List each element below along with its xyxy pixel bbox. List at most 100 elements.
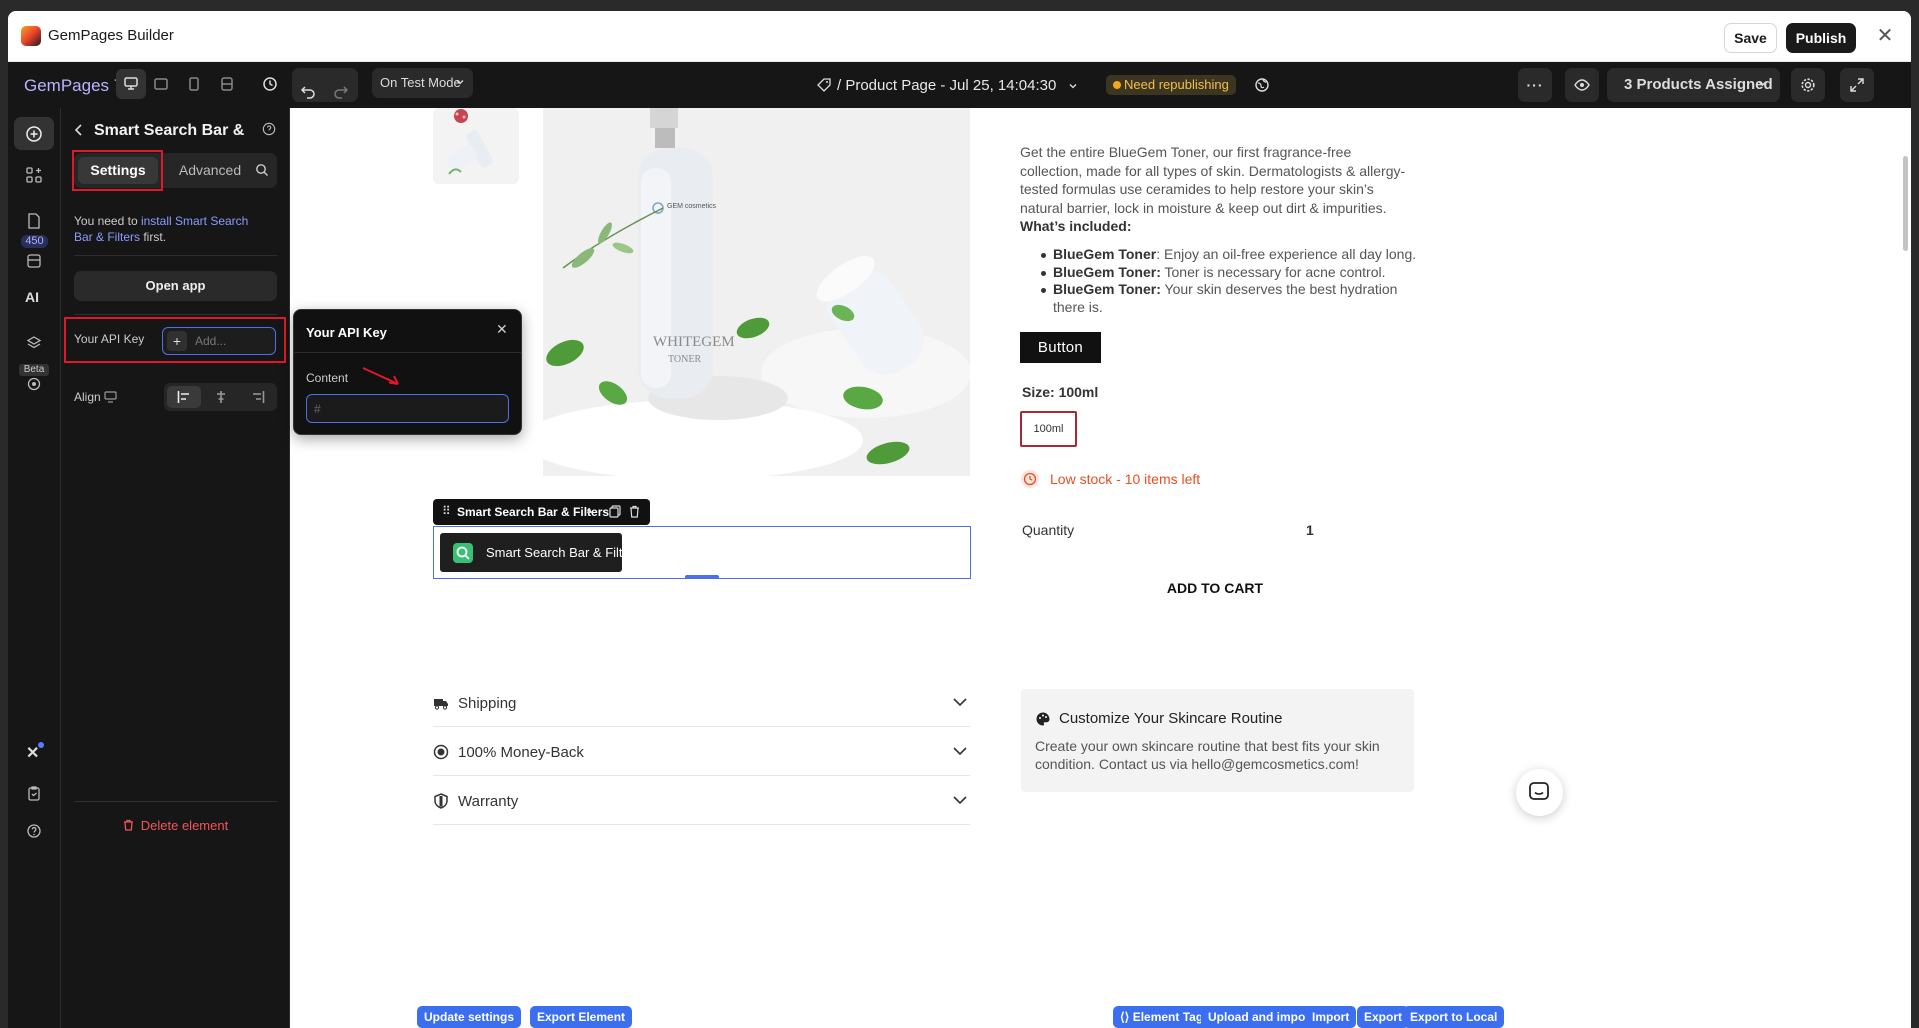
products-assigned-label: 3 Products Assigned xyxy=(1624,76,1773,93)
included-heading: What’s included: xyxy=(1020,218,1132,234)
list-item: BlueGem Toner: Toner is necessary for ac… xyxy=(1041,264,1433,282)
export-to-local-button[interactable]: Export to Local xyxy=(1403,1006,1505,1028)
globe-icon[interactable] xyxy=(1254,77,1270,93)
api-key-content-input[interactable]: # xyxy=(306,394,509,423)
ai-label: AI xyxy=(25,289,39,305)
chat-launcher-button[interactable] xyxy=(1516,769,1563,816)
divider xyxy=(74,255,277,256)
settings-gear-button[interactable] xyxy=(1791,68,1825,102)
element-tag-button[interactable]: ⟨⟩ Element Tag xyxy=(1113,1006,1211,1028)
x-integration-icon[interactable]: ✕ xyxy=(21,741,47,767)
add-to-cart-button[interactable]: ADD TO CART xyxy=(1020,580,1410,596)
test-mode-dropdown[interactable]: On Test Mode xyxy=(372,68,473,98)
preview-button[interactable] xyxy=(1565,68,1599,102)
align-left-icon[interactable] xyxy=(167,386,201,408)
add-element-icon[interactable] xyxy=(14,117,54,150)
accordion-shipping[interactable]: Shipping xyxy=(433,678,970,727)
close-icon[interactable]: ✕ xyxy=(496,321,508,338)
caret-up-icon[interactable]: ▲ xyxy=(585,505,594,515)
smart-search-block-label: Smart Search Bar & Filters xyxy=(486,545,641,560)
duplicate-icon[interactable] xyxy=(609,505,621,523)
clipboard-icon[interactable] xyxy=(21,780,47,806)
export-button[interactable]: Export xyxy=(1357,1006,1410,1028)
export-element-button[interactable]: Export Element xyxy=(530,1006,633,1028)
smart-search-block[interactable]: Smart Search Bar & Filters xyxy=(440,533,641,572)
api-key-popover: Your API Key ✕ Content # xyxy=(293,309,522,435)
bottle-brand-text: GEM cosmetics xyxy=(667,203,717,210)
fullscreen-button[interactable] xyxy=(1840,68,1874,102)
publish-button[interactable]: Publish xyxy=(1786,23,1856,53)
mobile-view-icon[interactable] xyxy=(179,69,209,99)
redo-icon[interactable] xyxy=(333,77,349,99)
align-label: Align xyxy=(74,390,101,404)
chevron-down-icon xyxy=(953,796,967,805)
republish-status-label: Need republishing xyxy=(1124,77,1229,92)
size-option-100ml[interactable]: 100ml xyxy=(1020,411,1077,447)
update-settings-button[interactable]: Update settings xyxy=(417,1006,522,1028)
layout-view-icon[interactable] xyxy=(212,69,242,99)
brand-label: GemPages 7 xyxy=(24,76,124,95)
list-item: BlueGem Toner: Enjoy an oil-free experie… xyxy=(1041,246,1433,264)
history-icon[interactable] xyxy=(255,69,285,99)
tag-icon xyxy=(817,78,831,92)
rail-count-badge: 450 xyxy=(21,235,48,248)
quantity-value[interactable]: 1 xyxy=(1306,522,1314,538)
quantity-label: Quantity xyxy=(1022,522,1075,538)
products-assigned-dropdown[interactable]: 3 Products Assigned xyxy=(1607,68,1780,102)
desktop-view-icon[interactable] xyxy=(116,69,146,99)
chevron-down-icon xyxy=(1757,68,1768,102)
api-key-input[interactable]: + Add... xyxy=(162,327,276,355)
trash-icon xyxy=(123,819,134,834)
pages-icon[interactable] xyxy=(21,208,47,234)
search-icon[interactable] xyxy=(255,163,269,177)
page-title-dropdown[interactable]: / Product Page - Jul 25, 14:04:30 xyxy=(837,77,1078,95)
close-icon[interactable]: ✕ xyxy=(1874,25,1896,47)
apps-icon[interactable] xyxy=(21,162,47,188)
plus-icon[interactable]: + xyxy=(167,331,187,351)
accordion-warranty[interactable]: Warranty xyxy=(433,776,970,825)
accordion-money-back[interactable]: 100% Money-Back xyxy=(433,727,970,776)
tab-advanced[interactable]: Advanced xyxy=(170,157,250,184)
page-canvas: GEM cosmetics WHITEGEM TONER Get the ent… xyxy=(290,108,1911,1028)
open-app-button[interactable]: Open app xyxy=(74,271,277,301)
undo-icon[interactable] xyxy=(300,77,316,99)
product-hero-image[interactable]: GEM cosmetics WHITEGEM TONER xyxy=(543,108,970,476)
title-bar: GemPages Builder Save Publish ✕ xyxy=(8,11,1911,62)
library-icon[interactable] xyxy=(21,248,47,274)
eye-icon xyxy=(1574,79,1590,91)
page-title: / Product Page - Jul 25, 14:04:30 xyxy=(837,77,1057,94)
monitor-icon xyxy=(104,390,117,403)
import-button[interactable]: Import xyxy=(1305,1006,1357,1028)
tablet-view-icon[interactable] xyxy=(146,69,176,99)
target-icon[interactable] xyxy=(21,371,47,397)
align-center-icon[interactable] xyxy=(204,386,238,408)
content-input-placeholder: # xyxy=(314,402,321,416)
drag-handle-icon[interactable]: ⠿ xyxy=(442,504,451,518)
delete-element-button[interactable]: Delete element xyxy=(74,818,277,834)
back-chevron-icon[interactable] xyxy=(73,123,85,137)
palette-icon xyxy=(1036,712,1050,726)
product-thumbnail[interactable] xyxy=(433,108,519,184)
more-options-button[interactable]: ··· xyxy=(1518,68,1552,102)
trash-icon[interactable] xyxy=(629,505,640,523)
ai-icon[interactable]: AI xyxy=(21,285,47,311)
selected-element-frame[interactable]: Smart Search Bar & Filters xyxy=(433,526,971,579)
truck-icon xyxy=(434,699,448,710)
product-button[interactable]: Button xyxy=(1020,332,1101,363)
product-description: Get the entire BlueGem Toner, our first … xyxy=(1020,143,1410,236)
upload-and-import-button[interactable]: Upload and import xyxy=(1201,1006,1321,1028)
save-button[interactable]: Save xyxy=(1724,23,1777,53)
align-right-icon[interactable] xyxy=(241,386,275,408)
included-list: BlueGem Toner: Enjoy an oil-free experie… xyxy=(1041,246,1433,316)
help-icon[interactable] xyxy=(21,818,47,844)
chevron-down-icon xyxy=(1068,78,1078,95)
scrollbar-thumb[interactable] xyxy=(1903,156,1908,251)
api-key-label: Your API Key xyxy=(74,332,145,346)
help-circle-icon[interactable] xyxy=(262,122,276,136)
list-item: BlueGem Toner: Your skin deserves the be… xyxy=(1041,281,1433,316)
delete-element-label: Delete element xyxy=(140,818,229,833)
resize-handle[interactable] xyxy=(685,575,719,579)
smart-search-app-icon xyxy=(453,543,473,563)
accordion-label: Shipping xyxy=(458,695,517,712)
layers-icon[interactable] xyxy=(21,330,47,356)
